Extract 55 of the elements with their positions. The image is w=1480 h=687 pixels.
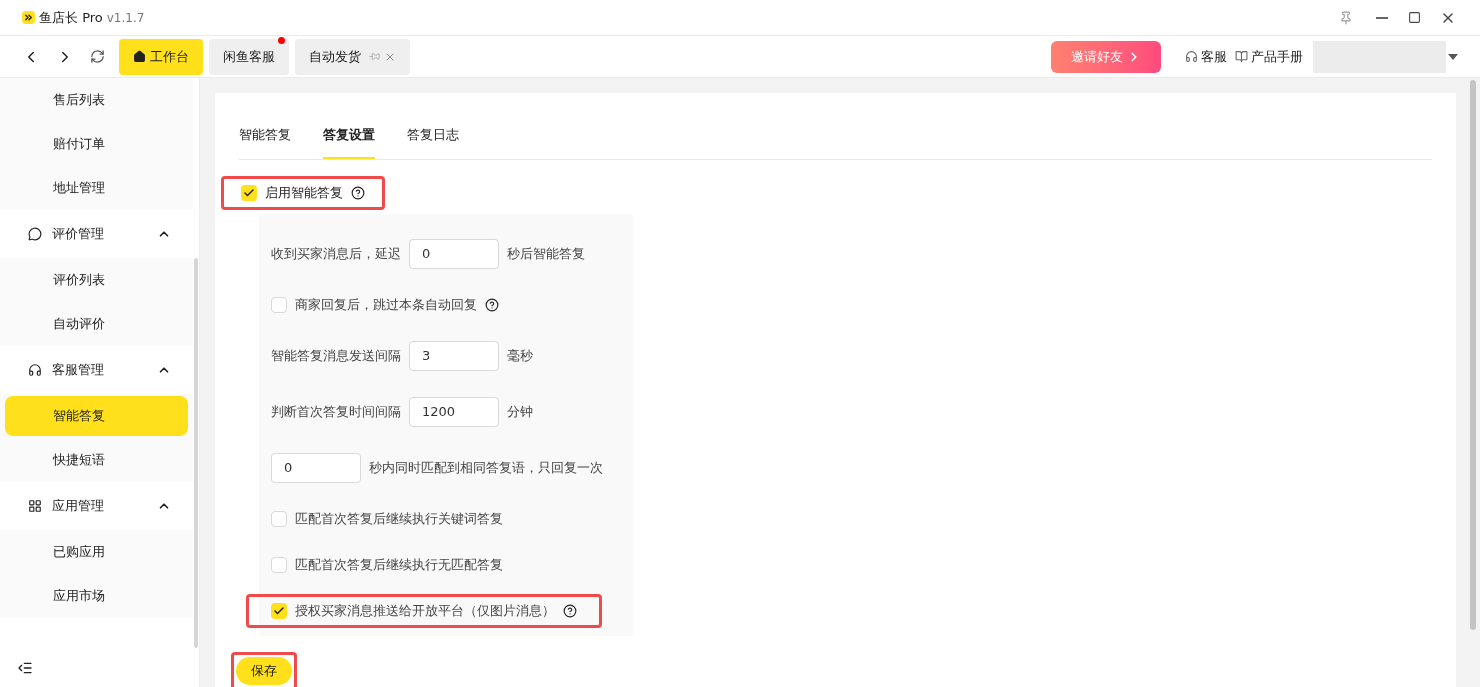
setting-label: 收到买家消息后，延迟 [271,244,401,263]
setting-suffix: 毫秒 [507,346,533,365]
maximize-icon [1407,11,1421,24]
app-logo-icon [22,11,35,24]
header-link[interactable]: 客服 [1185,46,1227,67]
check-icon [273,604,285,617]
number-input[interactable]: 0 [271,452,361,483]
save-button[interactable]: 保存 [236,656,292,685]
content-tab[interactable]: 答复设置 [323,125,375,159]
checkbox[interactable] [271,510,287,527]
minimize-icon [1376,16,1388,19]
check-icon [243,186,255,199]
grid-icon [28,499,42,513]
sidebar-group[interactable]: 应用管理 [52,496,147,516]
checkbox[interactable] [271,556,287,573]
setting-label: 商家回复后，跳过本条自动回复 [295,295,477,314]
setting-label: 匹配首次答复后继续执行无匹配答复 [295,555,503,574]
checkbox[interactable] [271,296,287,313]
headset-icon [28,363,42,377]
home-icon [133,50,146,63]
nav-tab[interactable]: 闲鱼客服 [209,38,289,75]
app-version: v1.1.7 [106,9,145,27]
refresh-button[interactable] [90,49,105,64]
content-tab[interactable]: 智能答复 [239,125,291,159]
setting-label: 智能答复消息发送间隔 [271,346,401,365]
pin-icon [1339,10,1353,25]
checkbox[interactable] [271,602,287,619]
number-input[interactable]: 1200 [409,396,499,427]
help-icon[interactable] [351,185,365,200]
setting-suffix: 分钟 [507,402,533,421]
setting-suffix: 秒后智能答复 [507,244,585,263]
app-name: 鱼店长 Pro [39,8,103,27]
enable-label: 启用智能答复 [265,183,343,202]
dropdown-caret-icon[interactable] [1448,53,1458,60]
menu-collapse-icon [17,660,33,676]
sidebar-item[interactable]: 智能答复 [5,396,188,436]
setting-label: 匹配首次答复后继续执行关键词答复 [295,509,503,528]
header-link[interactable]: 产品手册 [1235,46,1303,67]
refresh-icon [90,49,105,64]
help-icon[interactable] [485,297,499,312]
sidebar-group[interactable]: 评价管理 [52,224,147,244]
number-input[interactable]: 3 [409,340,499,371]
sidebar-group[interactable]: 客服管理 [52,360,147,380]
help-icon[interactable] [563,603,577,618]
chat-bubble-icon [28,227,42,241]
checkbox[interactable] [241,184,257,201]
nav-tab[interactable]: 自动发货 [295,38,410,75]
headset-icon [1185,50,1198,63]
setting-label: 判断首次答复时间间隔 [271,402,401,421]
setting-suffix: 秒内同时匹配到相同答复语，只回复一次 [369,458,603,477]
book-icon [1235,50,1248,63]
content-tab[interactable]: 答复日志 [407,125,459,159]
setting-label: 授权买家消息推送给开放平台（仅图片消息） [295,601,555,620]
nav-tab[interactable]: 工作台 [119,38,203,75]
number-input[interactable]: 0 [409,238,499,269]
